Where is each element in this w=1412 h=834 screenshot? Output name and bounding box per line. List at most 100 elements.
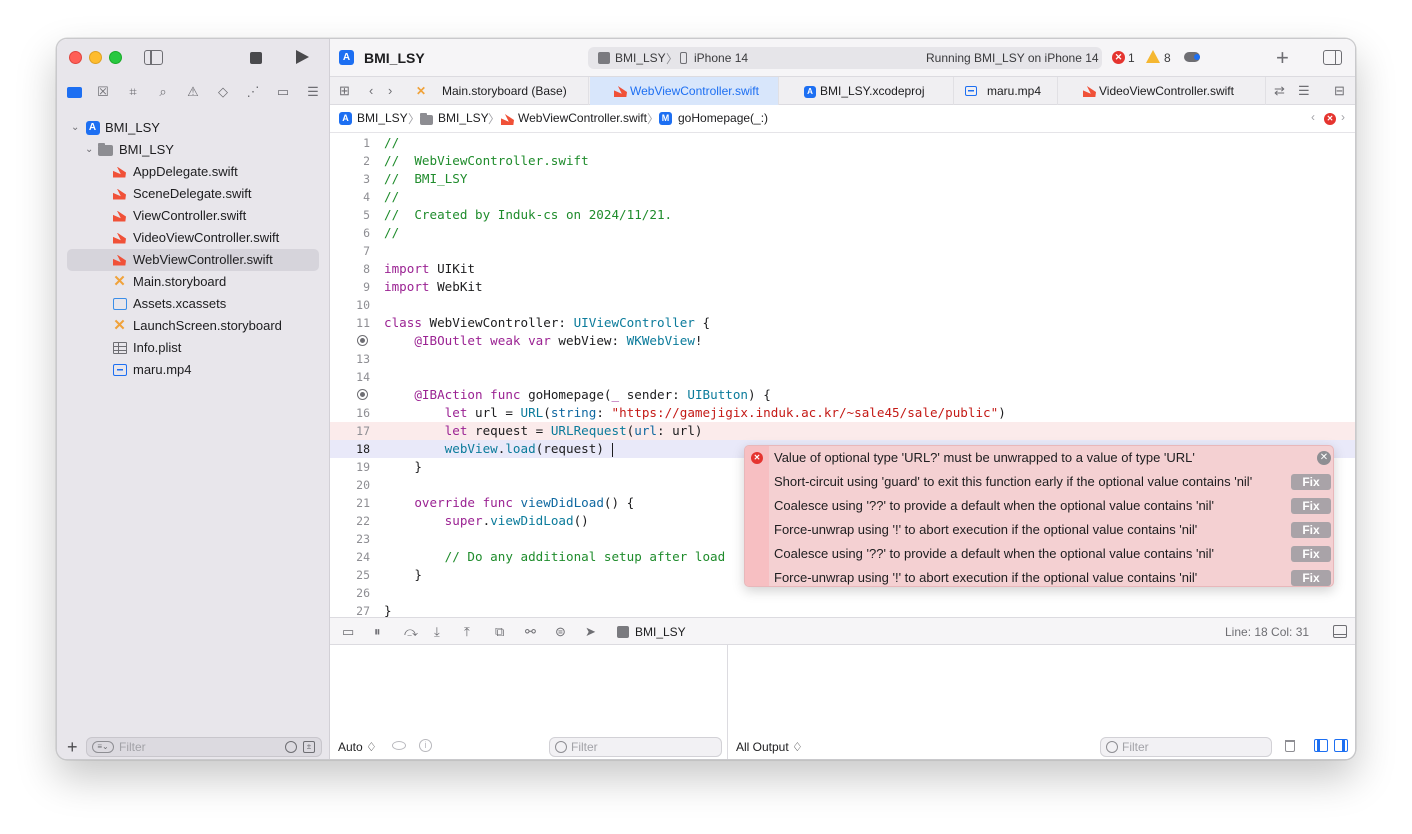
tab-videoviewcontroller[interactable]: VideoViewController.swift xyxy=(1059,77,1266,105)
warning-count[interactable]: 8 xyxy=(1164,51,1171,65)
fix-button[interactable]: Fix xyxy=(1291,522,1331,538)
debug-navigator-icon[interactable]: ⋰ xyxy=(244,83,262,101)
pause-icon[interactable]: ⏸ xyxy=(374,624,381,640)
tree-file[interactable]: Info.plist xyxy=(67,337,319,359)
error-count-icon[interactable]: ✕ xyxy=(1112,51,1125,64)
project-navigator-icon[interactable] xyxy=(65,83,83,101)
symbol-navigator-icon[interactable]: ⌗ xyxy=(124,83,142,101)
run-icon[interactable] xyxy=(296,50,309,64)
filter-placeholder: Filter xyxy=(1122,740,1149,754)
next-issue-icon[interactable]: › xyxy=(1341,110,1345,124)
related-items-icon[interactable]: ⇄ xyxy=(1274,83,1285,99)
warning-count-icon[interactable] xyxy=(1146,50,1160,63)
stop-icon[interactable] xyxy=(250,52,262,64)
sidebar-toggle-icon[interactable] xyxy=(144,50,163,65)
breakpoint-navigator-icon[interactable]: ▭ xyxy=(274,83,292,101)
run-destination-selector[interactable]: iPhone 14 xyxy=(694,51,748,65)
console-view[interactable]: All Output ♢ Filter xyxy=(728,645,1355,759)
tree-file[interactable]: Assets.xcassets xyxy=(67,293,319,315)
recent-files-icon[interactable] xyxy=(285,741,297,753)
report-navigator-icon[interactable]: ☰ xyxy=(304,83,322,101)
chevron-down-icon[interactable]: ⌄ xyxy=(85,139,95,161)
action-connection-icon[interactable] xyxy=(357,389,368,400)
fix-button[interactable]: Fix xyxy=(1291,570,1331,586)
tree-file-selected[interactable]: WebViewController.swift xyxy=(67,249,319,271)
memory-graph-icon[interactable]: ⚯ xyxy=(525,624,536,640)
tree-group[interactable]: ⌄ BMI_LSY xyxy=(67,139,319,161)
tree-file[interactable]: ✕ Main.storyboard xyxy=(67,271,319,293)
fix-it-row[interactable]: Coalesce using '??' to provide a default… xyxy=(769,542,1333,566)
test-navigator-icon[interactable]: ◇ xyxy=(214,83,232,101)
tree-file[interactable]: AppDelegate.swift xyxy=(67,161,319,183)
fix-it-row[interactable]: Coalesce using '??' to provide a default… xyxy=(769,494,1333,518)
minimize-window-button[interactable] xyxy=(89,51,102,64)
tab-main-storyboard[interactable]: ✕ Main.storyboard (Base) xyxy=(410,77,589,105)
filter-options-icon[interactable]: ≡⌄ xyxy=(92,741,114,753)
scheme-selector[interactable]: BMI_LSY xyxy=(615,51,666,65)
error-count[interactable]: 1 xyxy=(1128,51,1135,65)
split-editor-icon[interactable]: ⊟ xyxy=(1334,83,1345,99)
fix-it-row[interactable]: Short-circuit using 'guard' to exit this… xyxy=(769,470,1333,494)
tree-file[interactable]: SceneDelegate.swift xyxy=(67,183,319,205)
jumpbar-project[interactable]: BMI_LSY xyxy=(357,111,408,125)
fix-button[interactable]: Fix xyxy=(1291,498,1331,514)
tree-file[interactable]: VideoViewController.swift xyxy=(67,227,319,249)
show-console-icon[interactable] xyxy=(1334,739,1348,752)
tree-root-project[interactable]: ⌄ A BMI_LSY xyxy=(67,117,319,139)
tab-maru-mp4[interactable]: maru.mp4 xyxy=(955,77,1058,105)
simulate-location-icon[interactable]: ➤ xyxy=(585,624,596,640)
source-editor[interactable]: 1 // 2 // WebViewController.swift 3 // BMI_… xyxy=(330,133,1355,617)
chevron-down-icon[interactable]: ⌄ xyxy=(71,117,81,139)
close-icon[interactable]: ✕ xyxy=(1317,451,1331,465)
forward-chevron-icon[interactable]: › xyxy=(388,83,392,98)
view-debugger-icon[interactable]: ⧉ xyxy=(495,624,504,640)
add-file-button[interactable]: + xyxy=(67,737,78,758)
fix-it-row[interactable]: Force-unwrap using '!' to abort executio… xyxy=(769,566,1333,586)
fix-button[interactable]: Fix xyxy=(1291,546,1331,562)
tree-file[interactable]: ✕ LaunchScreen.storyboard xyxy=(67,315,319,337)
navigator-filter-input[interactable]: ≡⌄ Filter ± xyxy=(86,737,322,757)
toggle-panel-icon[interactable] xyxy=(1333,625,1347,638)
jumpbar-symbol[interactable]: goHomepage(_:) xyxy=(678,111,768,125)
previous-issue-icon[interactable]: ‹ xyxy=(1311,110,1315,124)
debug-target[interactable]: BMI_LSY xyxy=(635,625,686,639)
zoom-window-button[interactable] xyxy=(109,51,122,64)
console-footer: All Output ♢ Filter xyxy=(728,733,1355,759)
cloud-status-icon[interactable] xyxy=(1184,52,1200,62)
variables-scope-select[interactable]: Auto ♢ xyxy=(338,740,377,754)
find-navigator-icon[interactable]: ⌕ xyxy=(154,83,172,101)
hide-debug-area-icon[interactable]: ▭ xyxy=(342,624,354,640)
close-window-button[interactable] xyxy=(69,51,82,64)
console-filter-input[interactable]: Filter xyxy=(1100,737,1272,757)
jumpbar-group[interactable]: BMI_LSY xyxy=(438,111,489,125)
back-chevron-icon[interactable]: ‹ xyxy=(369,83,373,98)
inspector-toggle-icon[interactable] xyxy=(1323,50,1342,65)
outlet-connection-icon[interactable] xyxy=(357,335,368,346)
fix-it-row[interactable]: Force-unwrap using '!' to abort executio… xyxy=(769,518,1333,542)
jumpbar-file[interactable]: WebViewController.swift xyxy=(518,111,647,125)
info-icon[interactable]: i xyxy=(419,739,432,752)
fix-button[interactable]: Fix xyxy=(1291,474,1331,490)
step-out-icon[interactable]: ⤒ xyxy=(464,624,470,640)
activity-view[interactable]: BMI_LSY 〉 iPhone 14 Running BMI_LSY on i… xyxy=(588,47,1102,69)
source-control-navigator-icon[interactable]: ☒ xyxy=(94,83,112,101)
step-over-icon[interactable]: ⤼ xyxy=(404,624,418,640)
source-control-filter-icon[interactable]: ± xyxy=(303,741,315,753)
trash-icon[interactable] xyxy=(1285,740,1295,752)
environment-overrides-icon[interactable]: ⊜ xyxy=(555,624,566,640)
output-select[interactable]: All Output ♢ xyxy=(736,740,803,754)
tree-file[interactable]: maru.mp4 xyxy=(67,359,319,381)
issue-navigator-icon[interactable]: ⚠ xyxy=(184,83,202,101)
step-into-icon[interactable]: ⤓ xyxy=(434,624,440,640)
tree-file[interactable]: ViewController.swift xyxy=(67,205,319,227)
tab-xcodeproj[interactable]: A BMI_LSY.xcodeproj xyxy=(780,77,954,105)
editor-options-icon[interactable]: ☰ xyxy=(1298,83,1310,99)
variables-filter-input[interactable]: Filter xyxy=(549,737,722,757)
tab-label: VideoViewController.swift xyxy=(1099,84,1234,98)
show-variables-icon[interactable] xyxy=(1314,739,1328,752)
tab-webviewcontroller[interactable]: WebViewController.swift xyxy=(590,77,779,105)
eye-icon[interactable] xyxy=(392,741,406,750)
library-add-button[interactable]: + xyxy=(1276,45,1289,71)
issue-error-icon[interactable]: ✕ xyxy=(1324,113,1336,125)
grid-icon[interactable]: ⊞ xyxy=(339,83,350,99)
